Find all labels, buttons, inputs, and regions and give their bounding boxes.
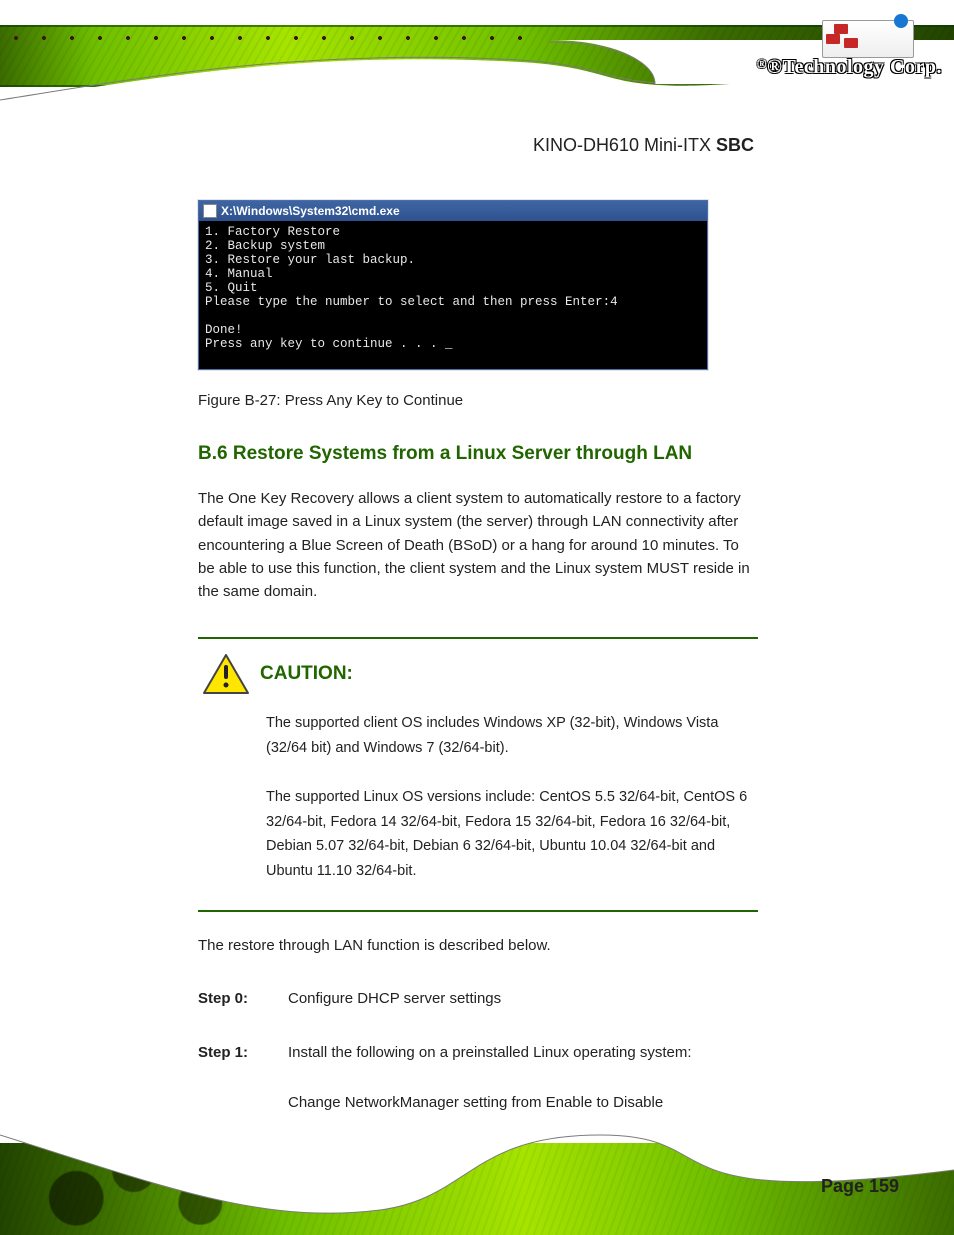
caution-heading: CAUTION: xyxy=(202,653,754,695)
step-1-text: Install the following on a preinstalled … xyxy=(288,1041,758,1115)
embedded-console-screenshot: X:\Windows\System32\cmd.exe 1. Factory R… xyxy=(198,200,708,370)
cmd-icon xyxy=(203,204,217,218)
step-1-label: Step 1: xyxy=(198,1041,272,1115)
step-0: Step 0: Configure DHCP server settings xyxy=(198,987,758,1011)
brand-text: ®®Technology Corp. xyxy=(662,56,942,79)
step-0-label: Step 0: xyxy=(198,987,272,1011)
section-intro-paragraph: The One Key Recovery allows a client sys… xyxy=(198,487,758,603)
caution-box: CAUTION: The supported client OS include… xyxy=(198,637,758,911)
step-1-subtext: Change NetworkManager setting from Enabl… xyxy=(288,1091,758,1115)
caution-label: CAUTION: xyxy=(260,663,353,685)
caution-body: The supported client OS includes Windows… xyxy=(266,711,754,883)
header-banner: ®®Technology Corp. xyxy=(0,0,954,112)
console-body: 1. Factory Restore 2. Backup system 3. R… xyxy=(199,221,707,369)
console-titlebar-text: X:\Windows\System32\cmd.exe xyxy=(221,204,400,218)
brand-logo-block: ®®Technology Corp. xyxy=(654,2,954,92)
document-title: KINO-DH610 Mini-ITX SBC xyxy=(533,135,754,156)
step-0-text: Configure DHCP server settings xyxy=(288,987,758,1011)
steps-list: Step 0: Configure DHCP server settings S… xyxy=(198,987,758,1115)
section-number: B.6 xyxy=(198,443,228,464)
page-content: X:\Windows\System32\cmd.exe 1. Factory R… xyxy=(198,200,758,1145)
figure-caption: Figure B-27: Press Any Key to Continue xyxy=(198,392,758,409)
document-title-bold: SBC xyxy=(716,135,754,155)
footer-banner: Page 159 xyxy=(0,1117,954,1235)
section-title: Restore Systems from a Linux Server thro… xyxy=(233,443,692,464)
steps-intro: The restore through LAN function is desc… xyxy=(198,934,758,957)
document-title-prefix: KINO-DH610 Mini-ITX xyxy=(533,135,716,155)
page-number: Page 159 xyxy=(821,1176,899,1197)
brand-logo-blue-dot xyxy=(894,14,908,28)
footer-pcb-band xyxy=(0,1143,954,1235)
warning-icon xyxy=(202,653,250,695)
step-1: Step 1: Install the following on a prein… xyxy=(198,1041,758,1115)
brand-text-value: ®Technology Corp. xyxy=(767,56,942,78)
step-1-text-main: Install the following on a preinstalled … xyxy=(288,1044,692,1061)
console-titlebar: X:\Windows\System32\cmd.exe xyxy=(199,201,707,221)
header-band-dots xyxy=(10,35,534,41)
section-heading: B.6 Restore Systems from a Linux Server … xyxy=(198,443,758,465)
brand-logo-red-squares xyxy=(834,24,848,34)
